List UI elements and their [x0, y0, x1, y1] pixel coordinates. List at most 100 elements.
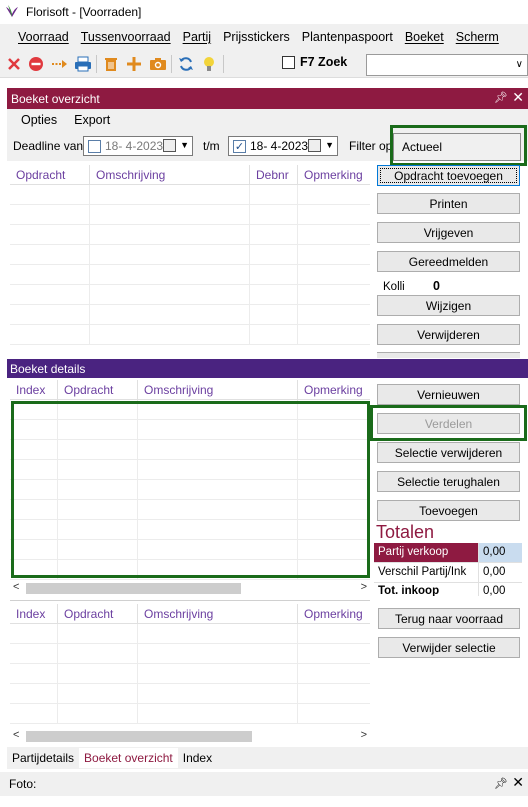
table-cell[interactable] — [298, 225, 370, 244]
pin-icon[interactable]: 📌︎ — [494, 91, 508, 104]
col-opmerking[interactable]: Opmerking — [298, 380, 370, 399]
date-from-picker[interactable]: 18- 4-2023 ▼ — [83, 136, 193, 156]
table-cell[interactable] — [10, 325, 90, 344]
table-cell[interactable] — [10, 624, 58, 643]
totalen-value[interactable]: 0,00 — [478, 563, 522, 582]
table-cell[interactable] — [10, 644, 58, 663]
table-cell[interactable] — [298, 285, 370, 304]
totalen-value[interactable]: 0,00 — [478, 543, 522, 562]
table-cell[interactable] — [10, 305, 90, 324]
table-cell[interactable] — [138, 664, 298, 683]
date-to-picker[interactable]: ✓ 18- 4-2023 ▼ — [228, 136, 338, 156]
table-cell[interactable] — [298, 305, 370, 324]
tab-boeket-overzicht[interactable]: Boeket overzicht — [79, 748, 178, 768]
f7-zoek-toggle[interactable]: F7 Zoek — [282, 55, 347, 69]
selectie-terughalen-button[interactable]: Selectie terughalen — [377, 471, 520, 492]
table-cell[interactable] — [138, 644, 298, 663]
col-opdracht[interactable]: Opdracht — [58, 604, 138, 623]
table-cell[interactable] — [58, 704, 138, 723]
lower-horizontal-scrollbar[interactable]: < > — [10, 728, 370, 745]
table-cell[interactable] — [58, 624, 138, 643]
table-cell[interactable] — [10, 704, 58, 723]
totalen-value[interactable]: 0,00 — [478, 583, 522, 596]
table-cell[interactable] — [90, 265, 250, 284]
close-icon[interactable] — [4, 54, 24, 74]
table-cell[interactable] — [58, 644, 138, 663]
camera-icon[interactable] — [148, 54, 168, 74]
table-cell[interactable] — [298, 644, 370, 663]
tab-partijdetails[interactable]: Partijdetails — [7, 748, 79, 768]
table-row[interactable] — [10, 305, 370, 325]
col-omschrijving[interactable]: Omschrijving — [138, 380, 298, 399]
table-cell[interactable] — [90, 205, 250, 224]
table-cell[interactable] — [58, 664, 138, 683]
scroll-thumb[interactable] — [26, 731, 252, 742]
table-cell[interactable] — [10, 185, 90, 204]
menu-tussenvoorraad[interactable]: Tussenvoorraad — [75, 30, 177, 44]
menu-voorraad[interactable]: Voorraad — [12, 30, 75, 44]
col-index[interactable]: Index — [10, 380, 58, 399]
col-opmerking[interactable]: Opmerking — [298, 604, 370, 623]
menu-partij[interactable]: Partij — [177, 30, 217, 44]
table-row[interactable] — [10, 185, 370, 205]
table-cell[interactable] — [58, 684, 138, 703]
table-cell[interactable] — [298, 624, 370, 643]
col-debnr[interactable]: Debnr — [250, 165, 298, 184]
vernieuwen-button[interactable]: Vernieuwen — [377, 384, 520, 405]
vrijgeven-button[interactable]: Vrijgeven — [377, 222, 520, 243]
table-row[interactable] — [10, 225, 370, 245]
table-cell[interactable] — [138, 624, 298, 643]
opdracht-toevoegen-button[interactable]: Opdracht toevoegen — [377, 165, 520, 186]
printen-button[interactable]: Printen — [377, 193, 520, 214]
col-opdracht[interactable]: Opdracht — [58, 380, 138, 399]
table-cell[interactable] — [298, 664, 370, 683]
menu-scherm[interactable]: Scherm — [450, 30, 505, 44]
table-cell[interactable] — [10, 664, 58, 683]
table-cell[interactable] — [10, 205, 90, 224]
table-cell[interactable] — [250, 205, 298, 224]
pin-icon[interactable]: 📌︎ — [494, 777, 508, 790]
chevron-down-icon[interactable]: ▼ — [180, 140, 189, 150]
table-row[interactable] — [10, 265, 370, 285]
tab-index[interactable]: Index — [178, 748, 217, 768]
table-row[interactable] — [10, 624, 370, 644]
date-to-checkbox[interactable]: ✓ — [233, 139, 246, 153]
table-cell[interactable] — [250, 285, 298, 304]
menu-boeket[interactable]: Boeket — [399, 30, 450, 44]
scroll-left-icon[interactable]: < — [13, 729, 19, 741]
table-cell[interactable] — [298, 265, 370, 284]
scroll-right-icon[interactable]: > — [361, 729, 367, 741]
table-cell[interactable] — [138, 684, 298, 703]
table-cell[interactable] — [90, 285, 250, 304]
table-row[interactable] — [10, 704, 370, 724]
table-cell[interactable] — [298, 704, 370, 723]
table-cell[interactable] — [10, 285, 90, 304]
col-omschrijving[interactable]: Omschrijving — [90, 165, 250, 184]
calendar-icon[interactable] — [308, 139, 321, 152]
table-cell[interactable] — [250, 185, 298, 204]
scroll-left-icon[interactable]: < — [13, 581, 19, 593]
menu-export[interactable]: Export — [74, 113, 110, 127]
table-cell[interactable] — [250, 245, 298, 264]
calendar-icon[interactable] — [163, 139, 176, 152]
f7-zoek-checkbox[interactable] — [282, 55, 295, 69]
table-cell[interactable] — [298, 325, 370, 344]
selectie-verwijderen-button[interactable]: Selectie verwijderen — [377, 442, 520, 463]
table-cell[interactable] — [250, 225, 298, 244]
table-row[interactable] — [10, 664, 370, 684]
table-cell[interactable] — [90, 225, 250, 244]
stop-icon[interactable] — [26, 54, 46, 74]
table-row[interactable] — [10, 285, 370, 305]
table-cell[interactable] — [10, 265, 90, 284]
table-cell[interactable] — [90, 325, 250, 344]
refresh-icon[interactable] — [176, 54, 196, 74]
details-horizontal-scrollbar[interactable]: < > — [10, 580, 370, 597]
toevoegen-button[interactable]: Toevoegen — [377, 500, 520, 521]
scroll-thumb[interactable] — [26, 583, 241, 594]
table-cell[interactable] — [90, 245, 250, 264]
table-cell[interactable] — [90, 185, 250, 204]
verwijderen-button[interactable]: Verwijderen — [377, 324, 520, 345]
col-index[interactable]: Index — [10, 604, 58, 623]
date-from-checkbox[interactable] — [88, 139, 101, 153]
lightbulb-icon[interactable] — [199, 54, 219, 74]
